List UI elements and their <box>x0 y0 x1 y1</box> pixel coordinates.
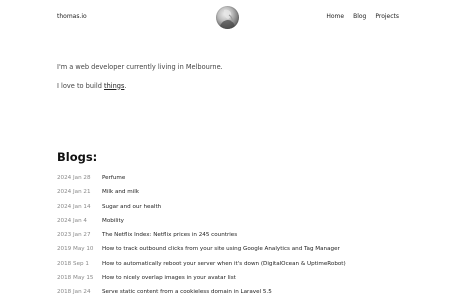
post-title-link[interactable]: Milk and milk <box>102 189 139 195</box>
nav-blog-link[interactable]: Blog <box>353 13 366 20</box>
post-title-link[interactable]: How to track outbound clicks from your s… <box>102 246 340 252</box>
avatar-image <box>220 9 235 29</box>
nav-home-link[interactable]: Home <box>326 13 344 20</box>
things-link[interactable]: things <box>104 82 124 90</box>
intro-text: I'm a web developer currently living in … <box>57 63 223 71</box>
blog-post-item: 2024 Jan 21 Milk and milk <box>57 189 417 203</box>
post-title-link[interactable]: How to nicely overlap images in your ava… <box>102 275 236 281</box>
blog-post-item: 2018 May 15 How to nicely overlap images… <box>57 275 417 289</box>
intro-build-prefix: I love to build <box>57 81 104 90</box>
avatar[interactable] <box>216 6 239 29</box>
post-title-link[interactable]: Mobility <box>102 218 124 224</box>
blog-post-item: 2019 May 10 How to track outbound clicks… <box>57 246 417 260</box>
post-title-link[interactable]: Sugar and our health <box>102 204 161 210</box>
post-date: 2018 Jan 24 <box>57 289 91 296</box>
blog-post-list: 2024 Jan 28 Perfume 2024 Jan 21 Milk and… <box>57 175 417 304</box>
intro-build-suffix: . <box>124 81 127 90</box>
post-date: 2018 Sep 1 <box>57 260 89 267</box>
blog-post-item: 2024 Jan 4 Mobility <box>57 218 417 232</box>
nav-projects-link[interactable]: Projects <box>375 13 399 20</box>
blog-post-item: 2024 Jan 28 Perfume <box>57 175 417 189</box>
post-date: 2018 May 15 <box>57 275 94 282</box>
post-title-link[interactable]: How to automatically reboot your server … <box>102 261 346 267</box>
site-name-link[interactable]: thomas.io <box>57 13 87 20</box>
post-date: 2024 Jan 28 <box>57 175 91 181</box>
intro-text-build: I love to build things. <box>57 81 223 90</box>
blog-post-item: 2018 Sep 1 How to automatically reboot y… <box>57 261 417 275</box>
post-title-link[interactable]: Serve static content from a cookieless d… <box>102 289 272 295</box>
post-date: 2024 Jan 4 <box>57 217 87 224</box>
blog-post-item: 2023 Jan 27 The Netflix Index: Netflix p… <box>57 232 417 246</box>
post-date: 2023 Jan 27 <box>57 232 91 239</box>
main-nav: Home Blog Projects <box>326 13 399 20</box>
blogs-heading: Blogs: <box>57 150 98 164</box>
post-date: 2024 Jan 14 <box>57 203 91 210</box>
post-date: 2019 May 10 <box>57 246 94 253</box>
intro: I'm a web developer currently living in … <box>57 64 223 101</box>
blog-post-item: 2018 Jan 24 Serve static content from a … <box>57 289 417 303</box>
post-title-link[interactable]: The Netflix Index: Netflix prices in 245… <box>102 232 237 238</box>
post-date: 2024 Jan 21 <box>57 189 91 196</box>
blog-post-item: 2024 Jan 14 Sugar and our health <box>57 204 417 218</box>
post-title-link[interactable]: Perfume <box>102 175 125 181</box>
